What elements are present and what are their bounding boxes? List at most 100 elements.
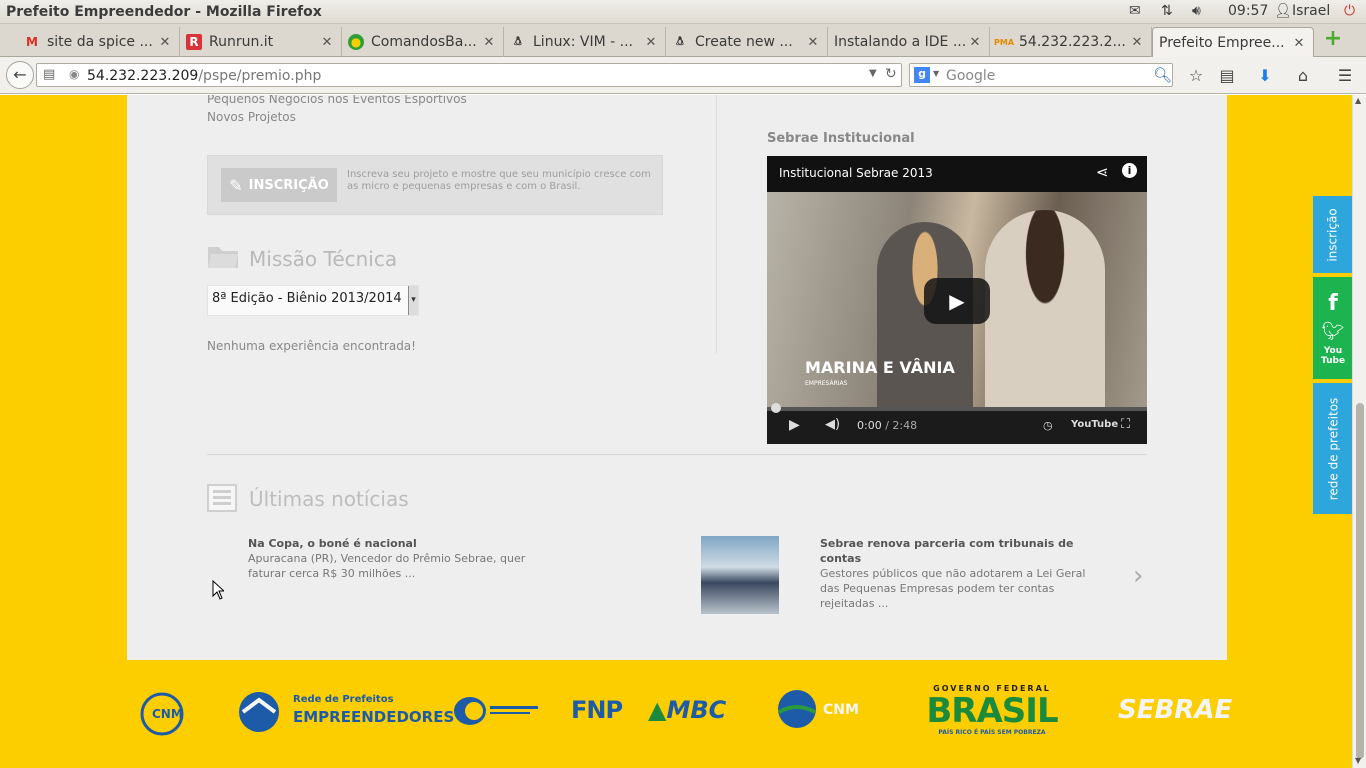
tab-create-new[interactable]: 🐧︎ Create new ... ✕ <box>666 27 828 57</box>
folder-icon <box>208 247 238 268</box>
youtube-icon[interactable]: You Tube <box>1321 346 1345 366</box>
cnm-federacao-logo[interactable]: CNM <box>777 688 867 730</box>
close-icon[interactable]: ✕ <box>481 35 497 50</box>
watch-later-icon[interactable]: ◷ <box>1043 419 1053 432</box>
news-headline[interactable]: Sebrae renova parceria com tribunais de … <box>820 536 1105 566</box>
news-summary: Gestores públicos que não adotarem a Lei… <box>820 567 1086 610</box>
tab-label: ComandosBa... <box>371 34 477 50</box>
inscricao-text: Inscreva seu projeto e mostre que seu mu… <box>347 169 651 192</box>
scroll-up-icon[interactable]: ▲ <box>1355 96 1361 105</box>
close-icon[interactable]: ✕ <box>1291 36 1307 51</box>
progress-handle[interactable] <box>771 403 781 413</box>
frente-parlamentar-logo[interactable] <box>452 694 542 728</box>
menu-link-novos-projetos[interactable]: Novos Projetos <box>207 110 296 124</box>
gmail-icon: M <box>26 35 38 49</box>
social-links: f 🐦︎ You Tube <box>1313 277 1353 379</box>
home-icon[interactable]: ⌂ <box>1293 66 1313 86</box>
menu-icon[interactable]: ☰ <box>1335 66 1355 86</box>
side-tab-rede-prefeitos[interactable]: rede de prefeitos <box>1313 383 1353 514</box>
sebrae-logo[interactable]: SEBRAE <box>1118 695 1232 725</box>
clock[interactable]: 09:57 <box>1228 3 1268 19</box>
search-bar[interactable]: g ▼ Google 🔍︎ <box>909 63 1173 87</box>
video-caption: MARINA E VÂNIA <box>805 358 955 377</box>
search-icon[interactable]: 🔍︎ <box>1153 66 1172 84</box>
content-panel: Pequenos Negócios nos Eventos Esportivos… <box>127 95 1227 660</box>
play-icon[interactable]: ▶ <box>924 278 990 324</box>
edicao-select-value: 8ª Edição - Biênio 2013/2014 <box>212 291 402 306</box>
tab-label: Create new ... <box>695 34 793 50</box>
video-caption-sub: EMPRESÁRIAS <box>805 380 848 387</box>
play-small-icon[interactable]: ▶ <box>789 417 800 433</box>
tab-linux-vim[interactable]: 🐧︎ Linux: VIM - ... ✕ <box>504 27 666 57</box>
runrun-icon: R <box>186 34 202 50</box>
url-bar[interactable]: ▤ ◉ 54.232.223.209/pspe/premio.php ▼ ↻ <box>36 63 902 87</box>
scroll-down-icon[interactable]: ▼ <box>1355 756 1361 765</box>
tab-prefeito[interactable]: Prefeito Empree... ✕ <box>1152 27 1314 58</box>
close-icon[interactable]: ✕ <box>643 35 659 50</box>
news-headline[interactable]: Na Copa, o boné é nacional <box>248 536 548 551</box>
chevron-down-icon[interactable]: ▾ <box>408 286 418 315</box>
mbc-logo[interactable]: ▲MBC <box>648 696 726 724</box>
download-icon[interactable]: ⬇ <box>1255 66 1275 86</box>
user-name[interactable]: Israel <box>1292 3 1330 19</box>
reload-icon[interactable]: ↻ <box>885 66 897 82</box>
dropdown-icon[interactable]: ▼ <box>869 68 877 79</box>
power-icon[interactable]: ⏻ <box>1344 3 1355 19</box>
network-icon[interactable]: ⇅ <box>1161 3 1173 19</box>
google-icon[interactable]: g <box>914 67 930 83</box>
tab-comandos[interactable]: ● ComandosBa... ✕ <box>342 27 504 57</box>
edicao-select[interactable]: 8ª Edição - Biênio 2013/2014 ▾ <box>207 285 419 316</box>
engine-dropdown-icon[interactable]: ▼ <box>933 69 939 78</box>
share-icon[interactable]: ⋖ <box>1096 163 1109 181</box>
inscricao-button[interactable]: ✎ INSCRIÇÃO <box>221 168 337 202</box>
close-icon[interactable]: ✕ <box>1129 35 1145 50</box>
comandos-icon: ● <box>348 34 364 50</box>
bookmark-star-icon[interactable]: ☆ <box>1186 66 1206 86</box>
info-icon[interactable]: i <box>1122 163 1137 178</box>
scrollbar[interactable]: ▲ ▼ <box>1352 95 1366 768</box>
pencil-icon: ✎ <box>229 175 243 195</box>
volume-icon[interactable]: ◀) <box>825 417 840 432</box>
url-text: 54.232.223.209/pspe/premio.php <box>87 68 322 84</box>
menu-link-eventos[interactable]: Pequenos Negócios nos Eventos Esportivos <box>207 95 467 106</box>
news-thumbnail[interactable] <box>701 536 779 614</box>
footer-logos: CNM 25 Rede de Prefeitos EMPREENDEDORES … <box>0 680 1366 765</box>
tab-runrun[interactable]: R Runrun.it ✕ <box>180 27 342 57</box>
tab-label: 54.232.223.2... <box>1019 34 1126 50</box>
page-info-icon[interactable]: ▤ <box>43 67 55 82</box>
close-icon[interactable]: ✕ <box>157 35 173 50</box>
fullscreen-icon[interactable]: ⛶ <box>1121 417 1130 432</box>
youtube-video-player[interactable]: Institucional Sebrae 2013 ⋖ i MARINA E V… <box>767 156 1147 444</box>
close-icon[interactable]: ✕ <box>319 35 335 50</box>
news-summary: Apuracana (PR), Vencedor do Prêmio Sebra… <box>248 552 526 580</box>
user-icon[interactable]: 👤︎ <box>1274 3 1292 19</box>
new-tab-button[interactable]: + <box>1323 28 1343 50</box>
close-icon[interactable]: ✕ <box>967 35 983 50</box>
column-divider <box>716 95 717 353</box>
youtube-logo[interactable]: YouTube <box>1071 419 1118 430</box>
governo-federal-logo[interactable]: GOVERNO FEDERAL BRASIL PAÍS RICO É PAÍS … <box>918 684 1066 736</box>
tab-phpmyadmin[interactable]: PMA 54.232.223.2... ✕ <box>990 27 1152 57</box>
tab-instalando[interactable]: Instalando a IDE ... ✕ <box>828 27 990 57</box>
tab-gmail[interactable]: M site da spice ... ✕ <box>18 27 180 57</box>
rede-prefeitos-logo[interactable]: Rede de Prefeitos EMPREENDEDORES <box>237 690 454 734</box>
volume-icon[interactable]: 🔊︎ <box>1192 3 1201 19</box>
facebook-icon[interactable]: f <box>1328 290 1338 318</box>
side-tab-inscricao[interactable]: inscrição <box>1313 196 1353 273</box>
sebrae-institucional-heading: Sebrae Institucional <box>767 131 915 146</box>
mail-icon[interactable]: ✉ <box>1129 3 1141 19</box>
scrollbar-thumb[interactable] <box>1356 403 1364 759</box>
close-icon[interactable]: ✕ <box>805 35 821 50</box>
chevron-right-icon[interactable]: › <box>1133 561 1143 591</box>
reading-list-icon[interactable]: ▤ <box>1217 66 1237 86</box>
video-title[interactable]: Institucional Sebrae 2013 <box>779 166 933 180</box>
twitter-icon[interactable]: 🐦︎ <box>1322 318 1345 346</box>
tab-label: Linux: VIM - ... <box>533 34 633 50</box>
video-progress-bar[interactable] <box>767 403 1147 413</box>
fnp-logo[interactable]: FNP <box>571 696 623 724</box>
cnm-logo[interactable]: CNM 25 <box>138 688 204 738</box>
inscricao-button-label: INSCRIÇÃO <box>248 177 329 193</box>
tab-label: site da spice ... <box>47 34 153 50</box>
empreendedores-text: EMPREENDEDORES <box>293 708 455 726</box>
back-button[interactable]: ← <box>6 61 34 89</box>
